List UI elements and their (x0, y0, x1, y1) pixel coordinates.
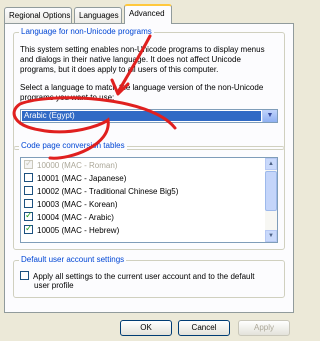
apply-all-label-1: Apply all settings to the current user a… (33, 272, 255, 281)
checkbox[interactable] (24, 173, 33, 182)
apply-all-checkbox[interactable] (20, 271, 29, 280)
cancel-button[interactable]: Cancel (178, 320, 230, 336)
checkbox[interactable] (24, 186, 33, 195)
tab-languages[interactable]: Languages (74, 7, 122, 23)
default-user-legend: Default user account settings (19, 255, 127, 264)
codepage-legend: Code page conversion tables (19, 141, 127, 150)
list-item[interactable]: 10004 (MAC - Arabic) (24, 210, 114, 224)
nonunicode-legend: Language for non-Unicode programs (19, 27, 154, 36)
list-item[interactable]: 10000 (MAC - Roman) (24, 158, 118, 172)
tab-advanced[interactable]: Advanced (124, 4, 172, 24)
list-item[interactable]: 10005 (MAC - Hebrew) (24, 223, 120, 237)
apply-all-label-2: user profile (34, 281, 74, 290)
language-dropdown[interactable]: Arabic (Egypt) ▼ (20, 109, 278, 123)
nonunicode-description-3: programs, but it does apply to all users… (20, 65, 219, 74)
list-item[interactable]: 10001 (MAC - Japanese) (24, 173, 126, 185)
apply-button[interactable]: Apply (238, 320, 290, 336)
list-item-label: 10001 (MAC - Japanese) (37, 174, 127, 183)
list-item-label: 10004 (MAC - Arabic) (37, 213, 114, 222)
select-language-label-2: programs you want to use: (20, 93, 115, 102)
codepage-list[interactable]: 10000 (MAC - Roman) 10001 (MAC - Japanes… (20, 157, 278, 243)
checkbox[interactable] (24, 223, 33, 234)
list-item-label: 10002 (MAC - Traditional Chinese Big5) (37, 187, 179, 196)
language-dropdown-value: Arabic (Egypt) (22, 111, 261, 121)
list-item-label: 10005 (MAC - Hebrew) (37, 226, 120, 235)
checkbox[interactable] (24, 210, 33, 221)
checkbox[interactable] (24, 158, 33, 169)
nonunicode-description-1: This system setting enables non-Unicode … (20, 45, 265, 54)
ok-button[interactable]: OK (120, 320, 172, 336)
nonunicode-group: Language for non-Unicode programs This s… (13, 27, 285, 150)
scroll-thumb[interactable] (265, 171, 277, 211)
scroll-down-icon[interactable]: ▼ (265, 230, 277, 242)
list-item-label: 10003 (MAC - Korean) (37, 200, 118, 209)
chevron-down-icon[interactable]: ▼ (262, 110, 277, 122)
codepage-group: Code page conversion tables 10000 (MAC -… (13, 141, 285, 250)
list-item[interactable]: 10003 (MAC - Korean) (24, 199, 117, 211)
advanced-panel: Language for non-Unicode programs This s… (4, 23, 294, 313)
scroll-up-icon[interactable]: ▲ (265, 158, 277, 170)
nonunicode-description-2: and dialogs in their native language. It… (20, 55, 241, 64)
select-language-label-1: Select a language to match the language … (20, 83, 264, 92)
list-item-label: 10000 (MAC - Roman) (37, 161, 118, 170)
checkbox[interactable] (24, 199, 33, 208)
list-item[interactable]: 10002 (MAC - Traditional Chinese Big5) (24, 186, 178, 198)
codepage-scrollbar[interactable]: ▲ ▼ (265, 158, 277, 242)
tab-regional-options[interactable]: Regional Options (4, 7, 72, 23)
default-user-group: Default user account settings Apply all … (13, 255, 285, 298)
